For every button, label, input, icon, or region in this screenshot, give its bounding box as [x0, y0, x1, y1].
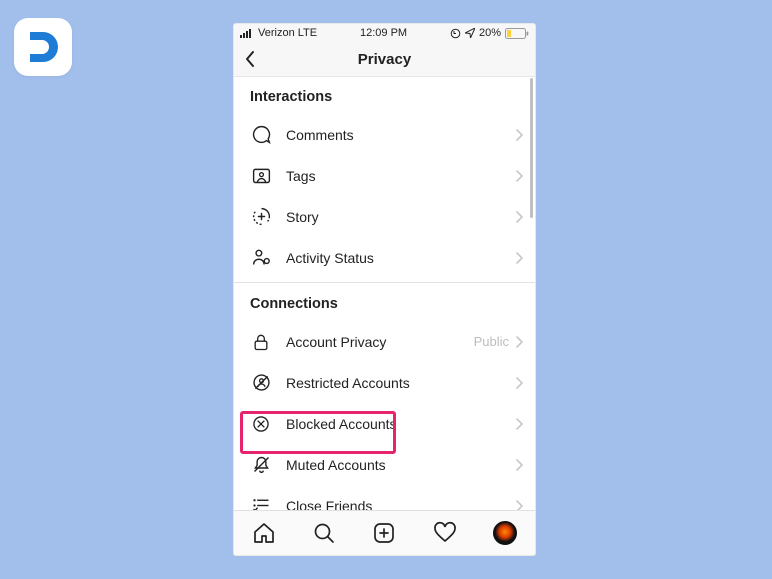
- content-scroll[interactable]: Interactions Comments Tags Story: [234, 76, 535, 511]
- restricted-icon: [250, 372, 272, 394]
- chevron-right-icon: [515, 336, 523, 348]
- tab-bar: [234, 510, 535, 555]
- signal-icon: [240, 29, 254, 38]
- chevron-left-icon: [244, 50, 256, 68]
- home-icon: [252, 521, 276, 545]
- row-label: Tags: [286, 168, 515, 184]
- tags-icon: [250, 165, 272, 187]
- tab-new-post[interactable]: [362, 511, 406, 555]
- search-icon: [312, 521, 336, 545]
- row-blocked[interactable]: Blocked Accounts: [234, 403, 535, 444]
- row-label: Close Friends: [286, 498, 515, 512]
- battery-pct: 20%: [479, 27, 501, 39]
- row-tags[interactable]: Tags: [234, 155, 535, 196]
- chevron-right-icon: [515, 252, 523, 264]
- profile-avatar-icon: [493, 521, 517, 545]
- chevron-right-icon: [515, 418, 523, 430]
- row-label: Story: [286, 209, 515, 225]
- phone-screen: Verizon LTE 12:09 PM 20% Privacy Intera: [234, 24, 535, 555]
- row-label: Muted Accounts: [286, 457, 515, 473]
- muted-icon: [250, 454, 272, 476]
- chevron-right-icon: [515, 377, 523, 389]
- letter-d-icon: [23, 27, 63, 67]
- tab-home[interactable]: [242, 511, 286, 555]
- blocked-icon: [250, 413, 272, 435]
- chevron-right-icon: [515, 170, 523, 182]
- nav-bar: Privacy: [234, 42, 535, 77]
- row-account-privacy[interactable]: Account Privacy Public: [234, 321, 535, 362]
- row-label: Comments: [286, 127, 515, 143]
- section-header-interactions: Interactions: [234, 76, 535, 114]
- row-label: Blocked Accounts: [286, 416, 515, 432]
- row-restricted[interactable]: Restricted Accounts: [234, 362, 535, 403]
- orientation-lock-icon: [450, 28, 461, 39]
- chevron-right-icon: [515, 211, 523, 223]
- row-activity-status[interactable]: Activity Status: [234, 237, 535, 278]
- back-button[interactable]: [244, 42, 268, 76]
- carrier-label: Verizon LTE: [258, 27, 317, 39]
- plus-square-icon: [372, 521, 396, 545]
- activity-status-icon: [250, 247, 272, 269]
- row-label: Account Privacy: [286, 334, 474, 350]
- status-bar: Verizon LTE 12:09 PM 20%: [234, 24, 535, 42]
- row-close-friends[interactable]: Close Friends: [234, 485, 535, 511]
- heart-icon: [433, 521, 457, 545]
- row-muted[interactable]: Muted Accounts: [234, 444, 535, 485]
- status-time: 12:09 PM: [360, 27, 407, 39]
- row-comments[interactable]: Comments: [234, 114, 535, 155]
- tab-profile[interactable]: [483, 511, 527, 555]
- story-icon: [250, 206, 272, 228]
- tab-activity[interactable]: [423, 511, 467, 555]
- location-icon: [465, 28, 475, 38]
- row-label: Activity Status: [286, 250, 515, 266]
- row-story[interactable]: Story: [234, 196, 535, 237]
- status-right: 20%: [450, 27, 529, 39]
- chevron-right-icon: [515, 459, 523, 471]
- comment-icon: [250, 124, 272, 146]
- section-header-connections: Connections: [234, 283, 535, 321]
- app-badge: [14, 18, 72, 76]
- tab-search[interactable]: [302, 511, 346, 555]
- row-label: Restricted Accounts: [286, 375, 515, 391]
- lock-icon: [250, 331, 272, 353]
- status-left: Verizon LTE: [240, 27, 317, 39]
- close-friends-icon: [250, 495, 272, 512]
- row-meta: Public: [474, 334, 509, 349]
- page-title: Privacy: [358, 51, 411, 68]
- battery-icon: [505, 28, 529, 39]
- chevron-right-icon: [515, 129, 523, 141]
